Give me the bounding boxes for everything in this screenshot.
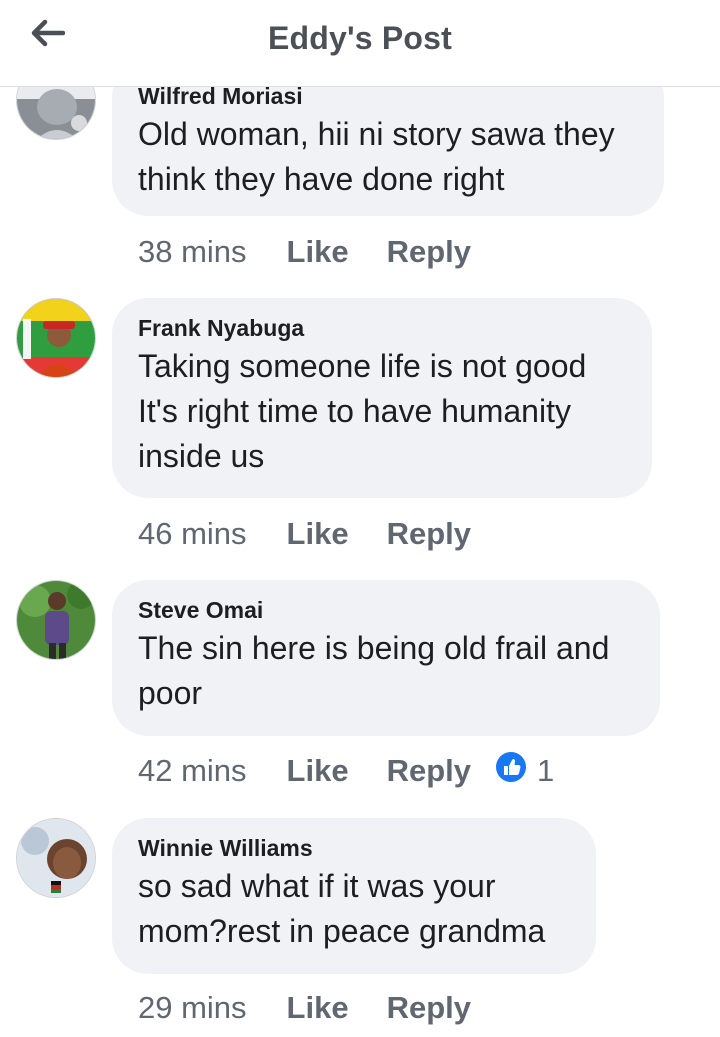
comment-time[interactable]: 38 mins [138, 234, 247, 270]
comment-author[interactable]: Steve Omai [138, 596, 632, 624]
comment-bubble: Frank Nyabuga Taking someone life is not… [112, 298, 652, 498]
like-button[interactable]: Like [287, 234, 349, 270]
comment-time[interactable]: 29 mins [138, 990, 247, 1026]
avatar[interactable] [16, 580, 96, 660]
like-button[interactable]: Like [287, 516, 349, 552]
comment-bubble: Steve Omai The sin here is being old fra… [112, 580, 660, 736]
comments-feed: Wilfred Moriasi Old woman, hii ni story … [0, 0, 720, 1037]
comment-meta: 29 mins Like Reply [138, 988, 509, 1028]
comment-line: Taking someone life is not good [138, 348, 587, 384]
comment-time[interactable]: 46 mins [138, 516, 247, 552]
reaction-summary[interactable]: 1 [495, 751, 554, 791]
comment-line: inside us [138, 438, 265, 474]
comment-line: think they have done right [138, 161, 505, 197]
reply-button[interactable]: Reply [387, 234, 471, 270]
comment-author[interactable]: Winnie Williams [138, 834, 568, 862]
reply-button[interactable]: Reply [387, 990, 471, 1026]
like-button[interactable]: Like [287, 753, 349, 789]
comment-line: so sad what if it was your [138, 868, 496, 904]
comment-meta: 42 mins Like Reply 1 [138, 751, 554, 791]
comment-line: It's right time to have humanity [138, 393, 571, 429]
comment-line: mom?rest in peace grandma [138, 913, 546, 949]
thumbs-up-icon [495, 751, 527, 791]
comment-bubble: Winnie Williams so sad what if it was yo… [112, 818, 596, 974]
comment-line: poor [138, 675, 203, 711]
comment-line: The sin here is being old frail and [138, 630, 610, 666]
reply-button[interactable]: Reply [387, 516, 471, 552]
reaction-count: 1 [537, 753, 555, 788]
comment-time[interactable]: 42 mins [138, 753, 247, 789]
avatar[interactable] [16, 818, 96, 898]
comment-author[interactable]: Frank Nyabuga [138, 314, 624, 342]
like-button[interactable]: Like [287, 990, 349, 1026]
page-title: Eddy's Post [267, 20, 453, 56]
comment-line: Old woman, hii ni story sawa they [138, 116, 615, 152]
top-bar: Eddy's Post [0, 0, 720, 87]
comment-meta: 46 mins Like Reply [138, 514, 509, 554]
avatar[interactable] [16, 298, 96, 378]
reply-button[interactable]: Reply [387, 753, 471, 789]
comment-meta: 38 mins Like Reply [138, 232, 509, 272]
